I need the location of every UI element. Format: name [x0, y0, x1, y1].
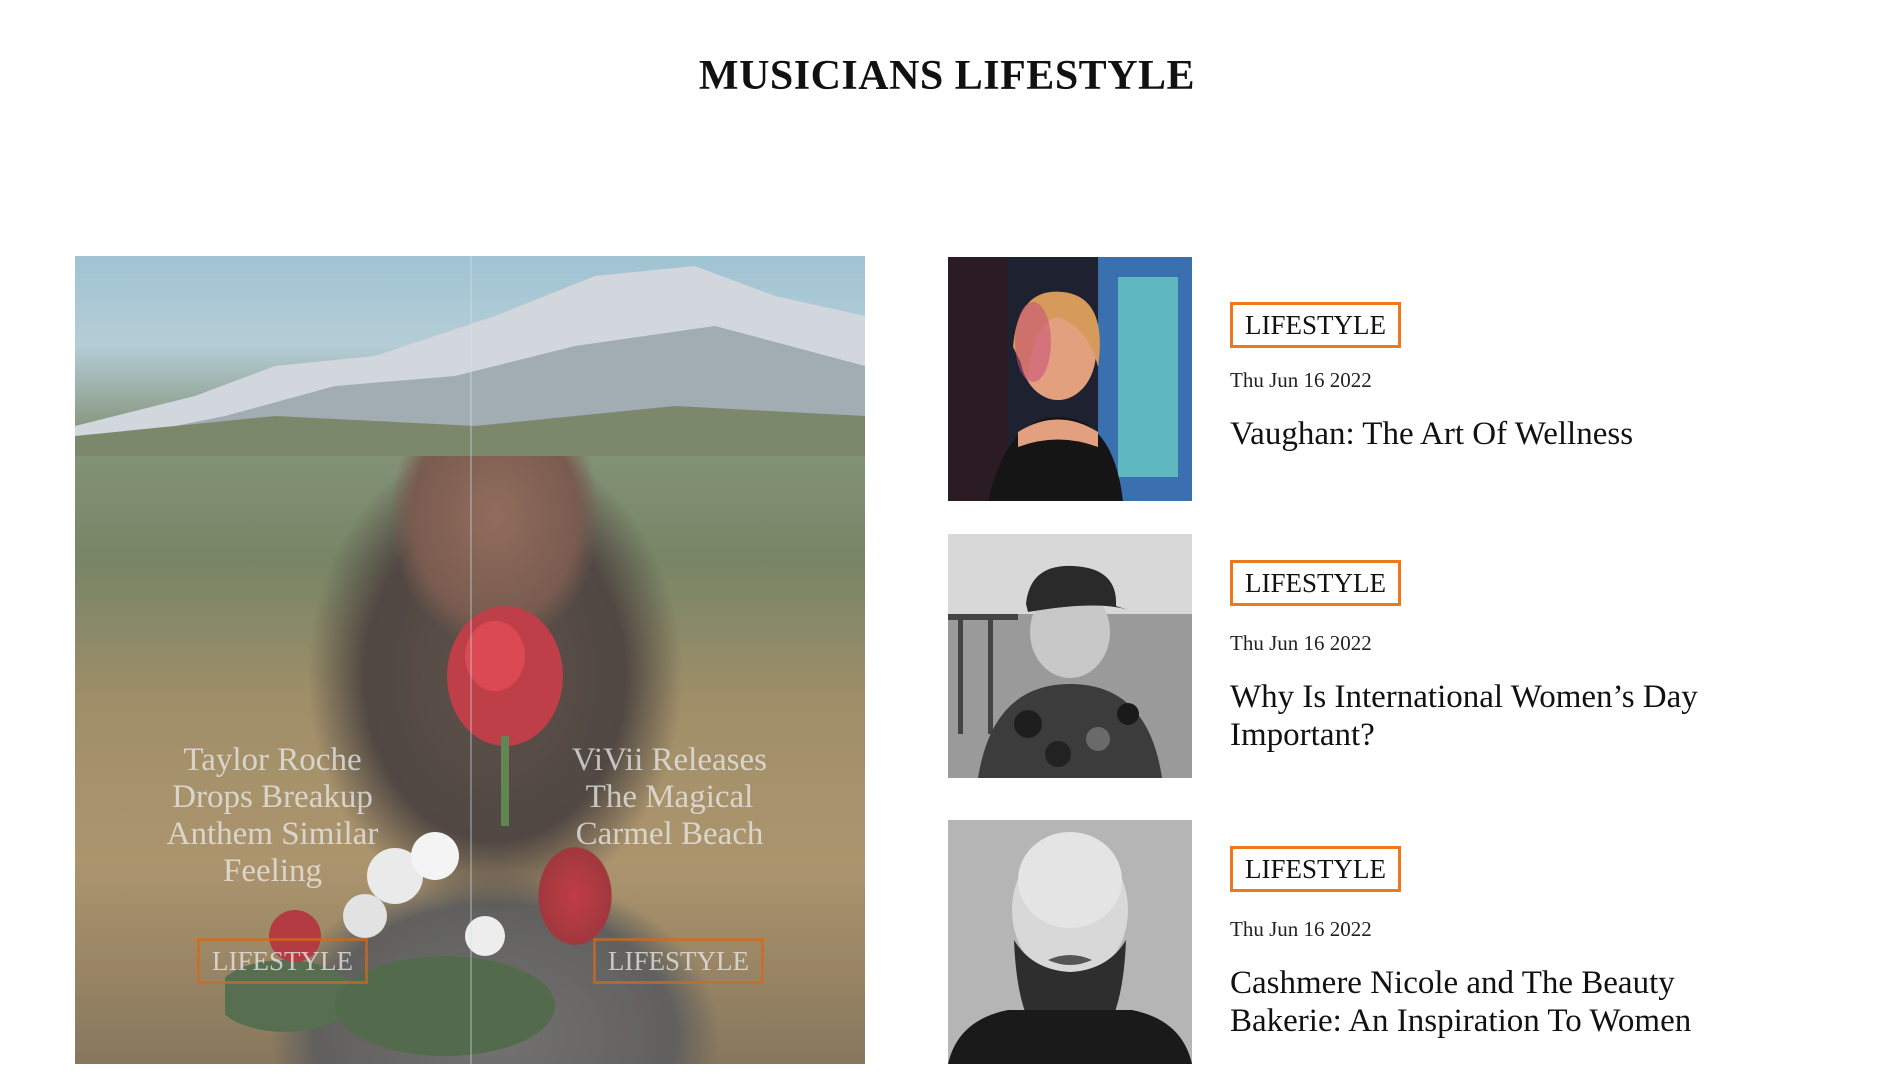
featured-title[interactable]: ViVii Releases The Magical Carmel Beach: [472, 742, 865, 853]
featured-card[interactable]: ViVii Releases The Magical Carmel Beach …: [472, 256, 865, 1064]
article-date: Thu Jun 16 2022: [1230, 631, 1372, 655]
article-thumbnail[interactable]: [948, 820, 1192, 1064]
article-date: Thu Jun 16 2022: [1230, 368, 1372, 392]
featured-gallery[interactable]: Taylor Roche Drops Breakup Anthem Simila…: [75, 256, 865, 1064]
portrait-image: [948, 820, 1192, 1064]
article-item[interactable]: LIFESTYLE Thu Jun 16 2022 Cashmere Nicol…: [948, 820, 1828, 1064]
category-badge[interactable]: LIFESTYLE: [1230, 846, 1401, 892]
featured-card[interactable]: Taylor Roche Drops Breakup Anthem Simila…: [75, 256, 470, 1064]
article-title[interactable]: Vaughan: The Art Of Wellness: [1230, 415, 1790, 453]
category-badge[interactable]: LIFESTYLE: [197, 938, 368, 984]
portrait-image: [948, 257, 1192, 501]
article-title[interactable]: Why Is International Women’s Day Importa…: [1230, 678, 1790, 754]
article-item[interactable]: LIFESTYLE Thu Jun 16 2022 Why Is Interna…: [948, 534, 1828, 778]
article-thumbnail[interactable]: [948, 257, 1192, 501]
category-badge[interactable]: LIFESTYLE: [593, 938, 764, 984]
category-badge[interactable]: LIFESTYLE: [1230, 302, 1401, 348]
article-date: Thu Jun 16 2022: [1230, 917, 1372, 941]
article-title[interactable]: Cashmere Nicole and The Beauty Bakerie: …: [1230, 964, 1790, 1040]
article-thumbnail[interactable]: [948, 534, 1192, 778]
featured-title[interactable]: Taylor Roche Drops Breakup Anthem Simila…: [75, 742, 470, 890]
article-item[interactable]: LIFESTYLE Thu Jun 16 2022 Vaughan: The A…: [948, 257, 1828, 501]
portrait-image: [948, 534, 1192, 778]
category-badge[interactable]: LIFESTYLE: [1230, 560, 1401, 606]
section-title: MUSICIANS LIFESTYLE: [698, 53, 1196, 99]
